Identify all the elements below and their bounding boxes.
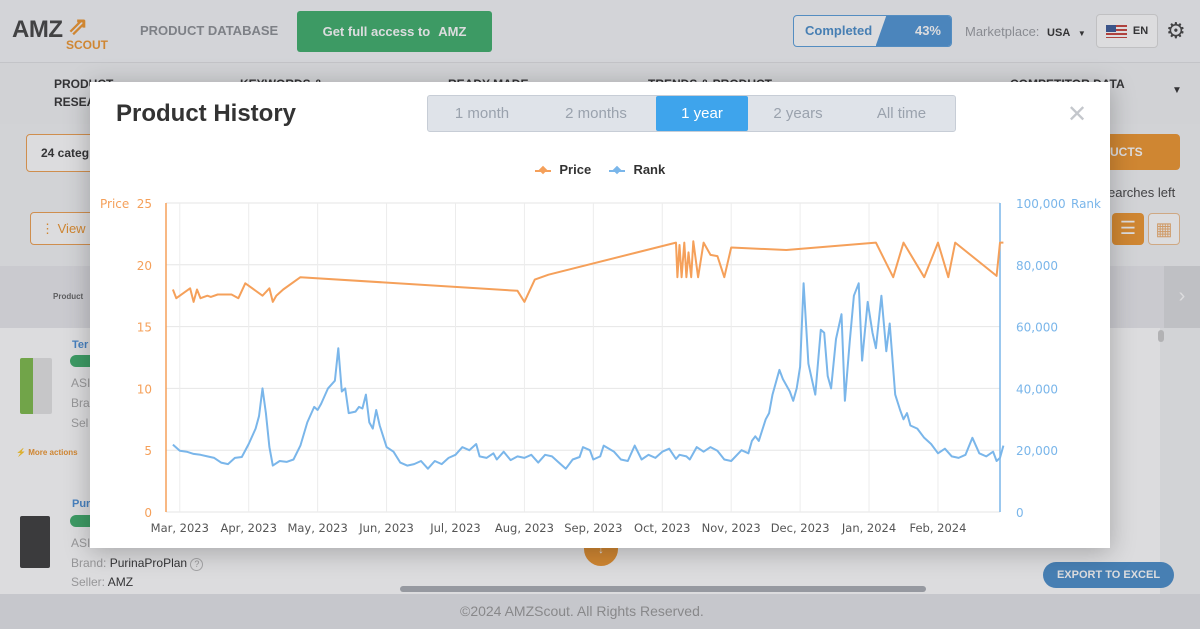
y-left-axis-title: Price [100,197,129,211]
time-range-tabs: 1 month 2 months 1 year 2 years All time [427,95,956,132]
y-left-tick-label: 25 [137,197,152,211]
product-history-modal: Product History 1 month 2 months 1 year … [90,82,1110,548]
product-history-chart: 0 0 5 20,000 10 40,000 15 60,000 20 80,000 25 100,0… [100,197,1101,535]
legend-rank-label: Rank [633,162,666,177]
y-right-axis-title: Rank [1071,197,1101,211]
y-right-tick-label: 40,000 [1016,382,1058,396]
x-tick-label: Nov, 2023 [702,521,761,535]
y-left-tick-label: 5 [144,444,152,458]
legend-price-marker-icon [534,169,551,172]
legend-item-price[interactable]: Price [534,162,592,177]
y-right-tick-label: 100,000 [1016,197,1066,211]
y-left-tick-label: 10 [137,382,152,396]
chart-legend: Price Rank [90,162,1110,177]
tab-2-months[interactable]: 2 months [536,96,656,131]
series-line-rank [172,282,1005,470]
x-tick-label: Jul, 2023 [429,521,480,535]
legend-price-label: Price [559,162,592,177]
legend-item-rank[interactable]: Rank [608,162,666,177]
modal-title: Product History [116,100,297,127]
y-right-tick-label: 80,000 [1016,259,1058,273]
tab-2-years[interactable]: 2 years [748,96,848,131]
tab-1-year[interactable]: 1 year [656,96,748,131]
x-tick-label: Jun, 2023 [358,521,414,535]
y-right-tick-label: 0 [1016,506,1024,520]
x-tick-label: Mar, 2023 [151,521,209,535]
x-tick-label: Aug, 2023 [495,521,554,535]
y-left-tick-label: 15 [137,321,152,335]
y-left-tick-label: 20 [137,259,152,273]
x-tick-label: Feb, 2024 [909,521,966,535]
legend-rank-marker-icon [608,169,625,172]
tab-1-month[interactable]: 1 month [428,96,536,131]
y-right-tick-label: 20,000 [1016,444,1058,458]
x-tick-label: Oct, 2023 [634,521,690,535]
tab-all-time[interactable]: All time [848,96,955,131]
x-tick-label: Dec, 2023 [771,521,830,535]
y-right-tick-label: 60,000 [1016,321,1058,335]
x-tick-label: Jan, 2024 [841,521,896,535]
x-tick-label: May, 2023 [287,521,347,535]
y-left-tick-label: 0 [144,506,152,520]
x-tick-label: Sep, 2023 [564,521,622,535]
close-icon[interactable]: ✕ [1067,100,1087,129]
series-line-price [171,240,1004,303]
x-tick-label: Apr, 2023 [220,521,276,535]
